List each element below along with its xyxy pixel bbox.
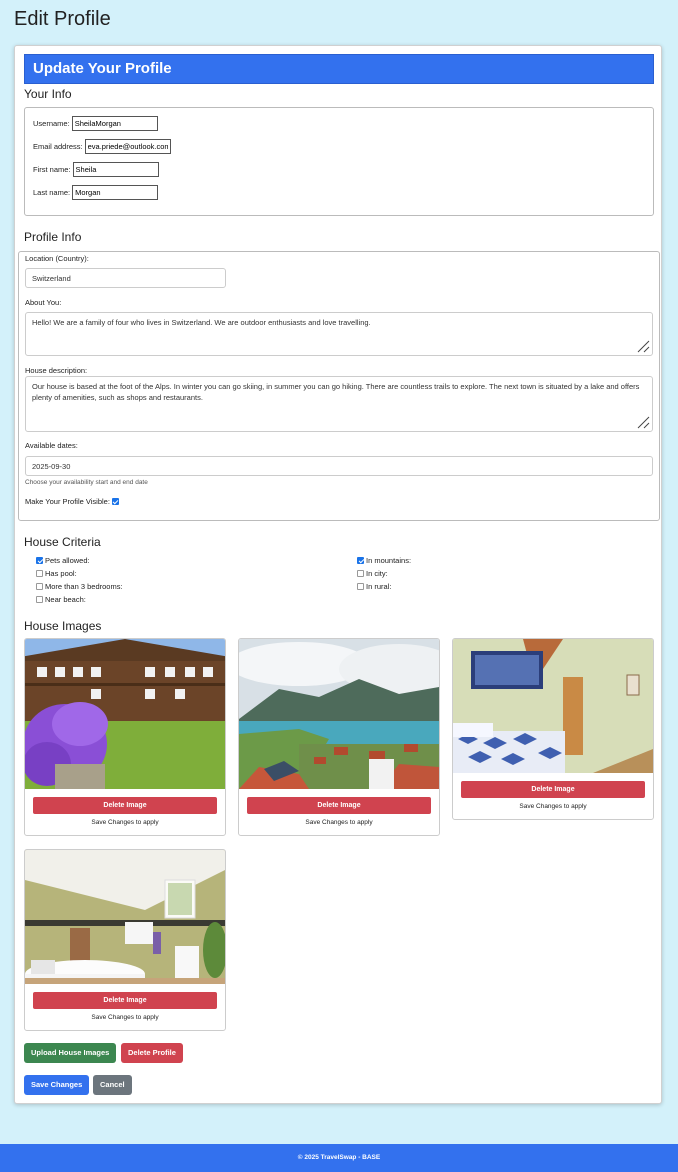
visible-checkbox[interactable] xyxy=(111,498,119,505)
profile-info-box: Location (Country): Switzerland About Yo… xyxy=(18,251,660,521)
resize-handle-icon[interactable] xyxy=(636,415,650,429)
city-checkbox[interactable] xyxy=(357,570,364,577)
beach-checkbox[interactable] xyxy=(36,596,43,603)
save-note: Save Changes to apply xyxy=(305,819,373,826)
criteria-bedrooms[interactable]: More than 3 bedrooms: xyxy=(36,582,123,591)
first-name-row: First name: xyxy=(33,162,159,177)
visible-row: Make Your Profile Visible: xyxy=(25,497,119,506)
pool-checkbox[interactable] xyxy=(36,570,43,577)
username-row: Username: xyxy=(33,116,158,131)
house-photo-bathroom xyxy=(25,850,225,984)
visible-label: Make Your Profile Visible: xyxy=(25,497,110,506)
save-note: Save Changes to apply xyxy=(91,1014,159,1021)
delete-image-button[interactable]: Delete Image xyxy=(33,992,217,1009)
dates-input[interactable]: 2025-09-30 xyxy=(25,456,653,476)
pool-label: Has pool: xyxy=(45,569,77,578)
first-name-input[interactable] xyxy=(72,162,159,177)
page-title: Edit Profile xyxy=(14,8,111,30)
footer: © 2025 TravelSwap - BASE xyxy=(0,1144,678,1172)
mountains-checkbox[interactable] xyxy=(357,557,364,564)
criteria-pets[interactable]: Pets allowed: xyxy=(36,556,90,565)
criteria-pool[interactable]: Has pool: xyxy=(36,569,77,578)
house-desc-label: House description: xyxy=(25,366,88,375)
rural-label: In rural: xyxy=(366,582,392,591)
criteria-city[interactable]: In city: xyxy=(357,569,388,578)
cancel-button[interactable]: Cancel xyxy=(93,1075,132,1095)
mountains-label: In mountains: xyxy=(366,556,412,565)
last-name-row: Last name: xyxy=(33,185,159,200)
email-row: Email address: xyxy=(33,139,171,154)
house-desc-text: Our house is based at the foot of the Al… xyxy=(32,382,640,403)
house-image-card: Delete Image Save Changes to apply xyxy=(238,638,440,836)
about-label: About You: xyxy=(25,298,62,307)
bedrooms-label: More than 3 bedrooms: xyxy=(45,582,123,591)
save-note: Save Changes to apply xyxy=(519,803,587,810)
criteria-mountains[interactable]: In mountains: xyxy=(357,556,411,565)
location-input[interactable]: Switzerland xyxy=(25,268,226,288)
username-input[interactable] xyxy=(71,116,158,131)
pets-checkbox[interactable] xyxy=(36,557,43,564)
criteria-beach[interactable]: Near beach: xyxy=(36,595,86,604)
house-photo-bedroom xyxy=(453,639,653,773)
username-label: Username: xyxy=(33,119,70,128)
card-header: Update Your Profile xyxy=(24,54,654,84)
house-image-card: Delete Image Save Changes to apply xyxy=(452,638,654,820)
last-name-label: Last name: xyxy=(33,188,71,197)
house-criteria-title: House Criteria xyxy=(24,535,101,549)
house-photo-chalet xyxy=(25,639,225,789)
house-image-card: Delete Image Save Changes to apply xyxy=(24,638,226,836)
edit-profile-card: Update Your Profile Your Info Username: … xyxy=(14,45,662,1104)
delete-image-button[interactable]: Delete Image xyxy=(33,797,217,814)
save-note: Save Changes to apply xyxy=(91,819,159,826)
house-photo-lake xyxy=(239,639,439,789)
beach-label: Near beach: xyxy=(45,595,86,604)
first-name-label: First name: xyxy=(33,165,71,174)
criteria-rural[interactable]: In rural: xyxy=(357,582,391,591)
resize-handle-icon[interactable] xyxy=(636,339,650,353)
email-input[interactable] xyxy=(84,139,171,154)
house-images-title: House Images xyxy=(24,619,102,633)
location-label: Location (Country): xyxy=(25,254,89,263)
email-label: Email address: xyxy=(33,142,83,151)
bedrooms-checkbox[interactable] xyxy=(36,583,43,590)
upload-images-button[interactable]: Upload House Images xyxy=(24,1043,117,1063)
delete-image-button[interactable]: Delete Image xyxy=(461,781,645,798)
city-label: In city: xyxy=(366,569,388,578)
last-name-input[interactable] xyxy=(72,185,159,200)
your-info-title: Your Info xyxy=(24,87,72,101)
rural-checkbox[interactable] xyxy=(357,583,364,590)
house-image-card: Delete Image Save Changes to apply xyxy=(24,849,226,1031)
save-changes-button[interactable]: Save Changes xyxy=(24,1075,90,1095)
profile-info-title: Profile Info xyxy=(24,230,82,244)
delete-profile-button[interactable]: Delete Profile xyxy=(121,1043,183,1063)
dates-hint: Choose your availability start and end d… xyxy=(25,479,148,486)
about-text: Hello! We are a family of four who lives… xyxy=(32,318,371,327)
delete-image-button[interactable]: Delete Image xyxy=(247,797,431,814)
pets-label: Pets allowed: xyxy=(45,556,90,565)
your-info-box: Username: Email address: First name: Las… xyxy=(24,107,654,216)
dates-label: Available dates: xyxy=(25,441,78,450)
about-textarea[interactable]: Hello! We are a family of four who lives… xyxy=(25,312,653,356)
house-desc-textarea[interactable]: Our house is based at the foot of the Al… xyxy=(25,376,653,432)
